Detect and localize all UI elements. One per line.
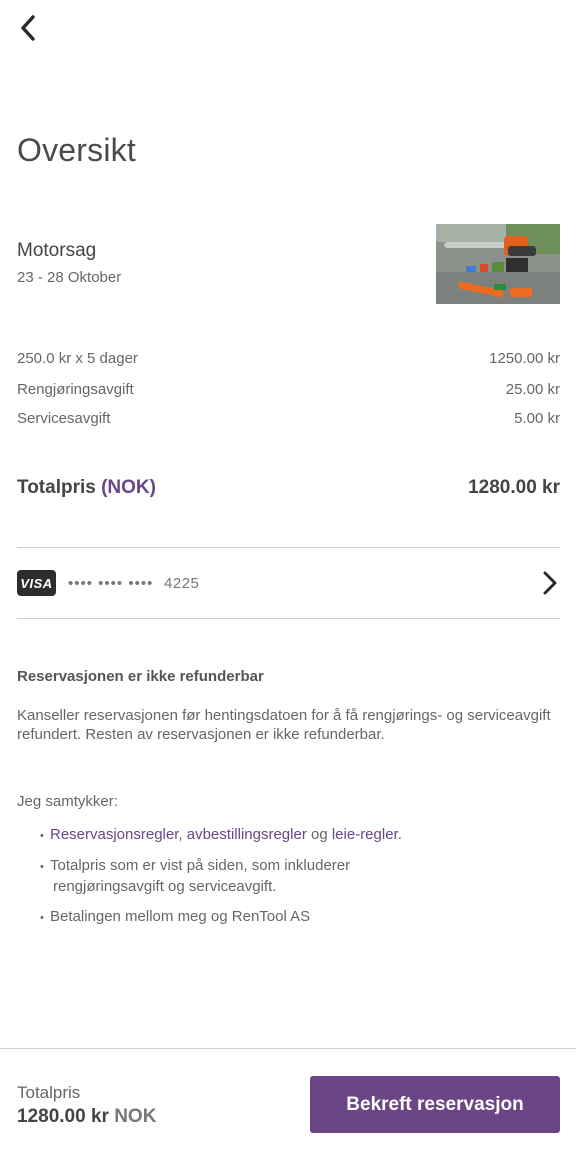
item-image: [436, 224, 560, 304]
rental-rules-link[interactable]: leie-regler: [332, 826, 398, 843]
footer-total-amount: 1280.00 kr NOK: [17, 1106, 156, 1128]
chevron-left-icon: [21, 15, 35, 41]
chevron-right-icon: [543, 571, 557, 595]
chainsaw-image: [436, 224, 560, 304]
visa-card-icon: VISA: [17, 570, 56, 596]
price-row-service-fee: Servicesavgift 5.00 kr: [17, 410, 560, 427]
consent-title: Jeg samtykker:: [17, 793, 118, 810]
price-row-value: 5.00 kr: [514, 410, 560, 427]
bullet: •: [40, 830, 44, 842]
price-row-cleaning-fee: Rengjøringsavgift 25.00 kr: [17, 381, 560, 398]
total-label-group: Totalpris (NOK): [17, 477, 156, 499]
refund-text: Kanseller reservasjonen før hentingsdato…: [17, 707, 551, 743]
footer-currency: NOK: [114, 1106, 157, 1127]
footer-divider: [0, 1048, 576, 1049]
back-button[interactable]: [10, 10, 46, 46]
consent-item-payment: • Betalingen mellom meg og RenTool AS: [40, 907, 540, 928]
divider: [17, 618, 560, 619]
consent-text: Totalpris som er vist på siden, som inkl…: [50, 857, 351, 874]
bullet: •: [40, 912, 44, 924]
period: .: [397, 826, 402, 843]
consent-item-total-price: • Totalpris som er vist på siden, som ink…: [40, 856, 540, 897]
total-currency: (NOK): [101, 477, 156, 498]
cancellation-rules-link[interactable]: avbestillingsregler: [187, 826, 307, 843]
item-dates: 23 - 28 Oktober: [17, 269, 122, 286]
separator: og: [306, 826, 332, 843]
card-last4: 4225: [164, 574, 200, 592]
card-mask: •••• •••• ••••: [68, 574, 154, 592]
reservation-rules-link[interactable]: Reservasjonsregler: [50, 826, 178, 843]
separator: ,: [178, 826, 187, 843]
refund-title: Reservasjonen er ikke refunderbar: [17, 668, 264, 685]
price-row-label: Rengjøringsavgift: [17, 381, 134, 398]
total-row: Totalpris (NOK) 1280.00 kr: [17, 477, 560, 499]
item-name: Motorsag: [17, 240, 97, 261]
consent-text-continued: rengjøringsavgift og serviceavgift.: [53, 878, 277, 895]
divider: [17, 547, 560, 548]
price-row-value: 1250.00 kr: [489, 350, 560, 367]
page-title: Oversikt: [17, 132, 136, 168]
footer-amount-value: 1280.00 kr: [17, 1106, 109, 1127]
confirm-reservation-button[interactable]: Bekreft reservasjon: [310, 1076, 560, 1133]
consent-text: Betalingen mellom meg og RenTool AS: [50, 908, 311, 925]
footer-total-label: Totalpris: [17, 1083, 81, 1102]
consent-item-rules: • Reservasjonsregler, avbestillingsregler…: [40, 825, 540, 846]
price-row-base: 250.0 kr x 5 dager 1250.00 kr: [17, 350, 560, 367]
price-row-label: Servicesavgift: [17, 410, 111, 427]
card-number: •••• •••• •••• 4225: [68, 575, 199, 592]
bullet: •: [40, 861, 44, 873]
payment-method-row[interactable]: VISA •••• •••• •••• 4225: [17, 560, 560, 606]
total-value: 1280.00 kr: [468, 477, 560, 498]
total-label: Totalpris: [17, 477, 96, 498]
price-row-value: 25.00 kr: [505, 381, 560, 398]
price-row-label: 250.0 kr x 5 dager: [17, 350, 138, 367]
